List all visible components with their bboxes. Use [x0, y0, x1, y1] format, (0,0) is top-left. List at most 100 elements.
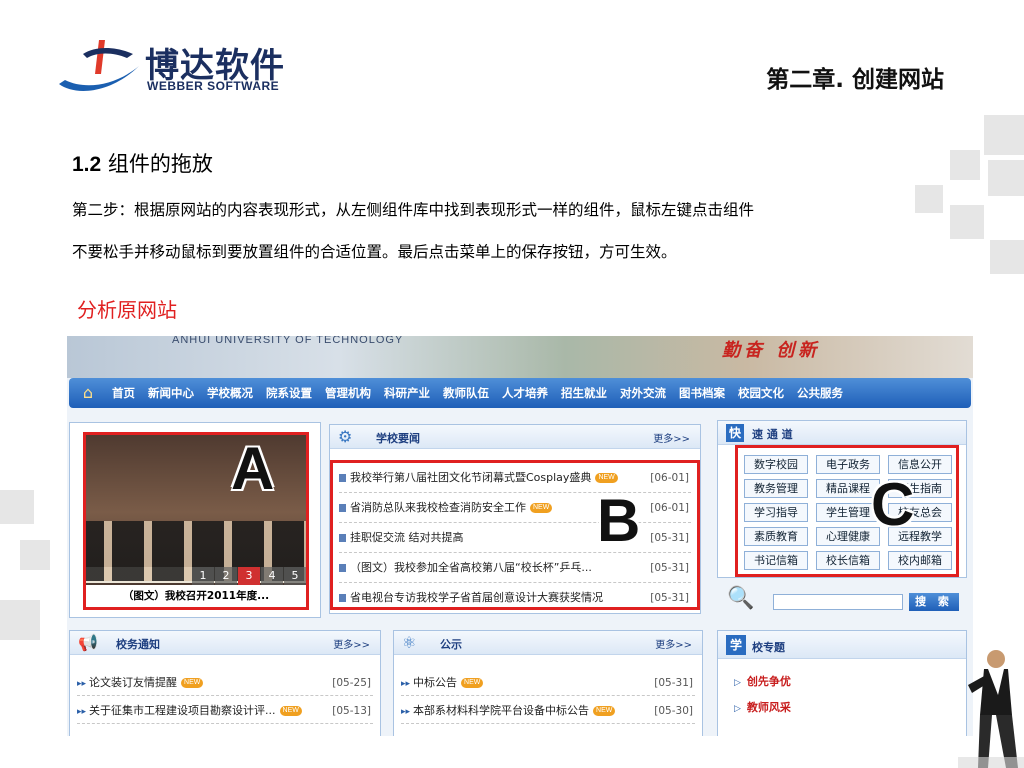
notice-item-date: [05-13] [332, 705, 371, 717]
nav-item-home[interactable]: 首页 [112, 385, 135, 401]
slideshow-pager: 1 2 3 4 5 [191, 567, 306, 585]
pager-page[interactable]: 1 [192, 567, 214, 585]
quick-links-grid: 数字校园 电子政务 信息公开 教务管理 精品课程 招生指南 学习指导 学生管理 … [735, 445, 959, 577]
pager-page[interactable]: 4 [261, 567, 283, 585]
pager-page[interactable]: 2 [215, 567, 237, 585]
bullet-icon [339, 564, 346, 572]
notice-item[interactable]: ▸▸ 关于征集市工程建设项目勘察设计评... NEW [05-13] [77, 698, 373, 724]
nav-item-international[interactable]: 对外交流 [620, 385, 666, 401]
decor-square [0, 490, 34, 524]
bullet-icon [339, 504, 346, 512]
quick-link-button[interactable]: 学习指导 [744, 503, 808, 522]
quick-link-button[interactable]: 校内邮箱 [888, 551, 952, 570]
notice-panel-header: 📢 校务通知 更多>> [70, 631, 380, 655]
news-more-link[interactable]: 更多>> [653, 430, 690, 445]
gear-icon: ⚙ [338, 427, 353, 446]
nav-item-research[interactable]: 科研产业 [384, 385, 430, 401]
nav-item-faculty[interactable]: 教师队伍 [443, 385, 489, 401]
news-item-date: [05-31] [650, 592, 689, 604]
public-panel-header: ⚛ 公示 更多>> [394, 631, 702, 655]
public-item-text: 本部系材料科学院平台设备中标公告 [413, 704, 590, 717]
news-item-text: 省消防总队来我校检查消防安全工作 [350, 501, 526, 514]
nav-item-library[interactable]: 图书档案 [679, 385, 725, 401]
double-arrow-icon: ▸▸ [401, 707, 411, 717]
nav-item-departments[interactable]: 院系设置 [266, 385, 312, 401]
new-badge: NEW [530, 503, 553, 513]
home-icon[interactable]: ⌂ [77, 383, 99, 403]
new-badge: NEW [279, 706, 302, 716]
public-panel-title: 公示 [440, 638, 462, 651]
news-item-date: [05-31] [650, 562, 689, 574]
decor-square [950, 150, 980, 180]
topic-panel-header: 学 校专题 [718, 631, 966, 659]
decor-square [988, 160, 1024, 196]
news-panel-title: 学校要闻 [376, 432, 420, 445]
logo: 博达软件 WEBBER SOFTWARE [55, 36, 295, 98]
news-item-text: 省电视台专访我校学子省首届创意设计大赛获奖情况 [350, 591, 603, 604]
quick-link-button[interactable]: 校长信箱 [816, 551, 880, 570]
new-badge: NEW [181, 678, 204, 688]
notice-more-link[interactable]: 更多>> [333, 636, 370, 651]
topic-item[interactable]: ▷ 创先争优 [734, 673, 791, 689]
notice-item-text: 关于征集市工程建设项目勘察设计评... [89, 704, 276, 717]
notice-panel-title: 校务通知 [116, 638, 160, 651]
double-arrow-icon: ▸▸ [401, 679, 411, 689]
instruction-line-2: 不要松手并移动鼠标到要放置组件的合适位置。最后点击菜单上的保存按钮，方可生效。 [72, 243, 677, 261]
business-figure-illustration [958, 650, 1024, 768]
bullet-icon [339, 594, 346, 602]
news-item-text: 挂职促交流 结对共提高 [350, 531, 464, 544]
nav-item-about[interactable]: 学校概况 [207, 385, 253, 401]
nav-item-services[interactable]: 公共服务 [797, 385, 843, 401]
news-item[interactable]: 省电视台专访我校学子省首届创意设计大赛获奖情况 [05-31] [339, 583, 691, 613]
section-title-text: 组件的拖放 [107, 152, 213, 176]
section-title: 1.2 组件的拖放 [72, 148, 213, 178]
new-badge: NEW [595, 473, 618, 483]
nav-item-culture[interactable]: 校园文化 [738, 385, 784, 401]
search-icon: 🔍 [727, 586, 755, 611]
bullet-icon [339, 534, 346, 542]
search-input[interactable] [773, 594, 903, 610]
quick-link-button[interactable]: 数字校园 [744, 455, 808, 474]
quick-links-title: 速 通 道 [752, 428, 793, 441]
section-number: 1.2 [72, 153, 102, 176]
instruction-line-1: 第二步：根据原网站的内容表现形式，从左侧组件库中找到表现形式一样的组件，鼠标左键… [72, 201, 755, 219]
nav-item-news[interactable]: 新闻中心 [148, 385, 194, 401]
public-item[interactable]: ▸▸ 中标公告 NEW [05-31] [401, 670, 695, 696]
photo-caption[interactable]: （图文）我校召开2011年度... [86, 585, 306, 607]
nav-item-education[interactable]: 人才培养 [502, 385, 548, 401]
public-more-link[interactable]: 更多>> [655, 636, 692, 651]
photo-slideshow[interactable]: 1 2 3 4 5 （图文）我校召开2011年度... [83, 432, 309, 610]
double-arrow-icon: ▸▸ [77, 679, 87, 689]
news-item-date: [05-31] [650, 532, 689, 544]
nav-item-admin[interactable]: 管理机构 [325, 385, 371, 401]
public-item[interactable]: ▸▸ 本部系材料科学院平台设备中标公告 NEW [05-30] [401, 698, 695, 724]
double-arrow-icon: ▸▸ [77, 707, 87, 717]
new-badge: NEW [461, 678, 484, 688]
topic-char-icon: 学 [726, 635, 746, 655]
quick-link-button[interactable]: 教务管理 [744, 479, 808, 498]
molecule-icon: ⚛ [402, 633, 417, 652]
search-button[interactable]: 搜 索 [909, 593, 959, 611]
decor-square [950, 205, 984, 239]
quick-link-button[interactable]: 素质教育 [744, 527, 808, 546]
topic-panel: 学 校专题 ▷ 创先争优 ▷ 教师风采 [717, 630, 967, 736]
public-item-date: [05-30] [654, 705, 693, 717]
nav-item-admissions[interactable]: 招生就业 [561, 385, 607, 401]
bullet-icon [339, 474, 346, 482]
notice-item-date: [05-25] [332, 677, 371, 689]
decor-square [990, 240, 1024, 274]
notice-item-text: 论文装订友情提醒 [89, 676, 178, 689]
news-list: 我校举行第八届社团文化节闭幕式暨Cosplay盛典 NEW [06-01] 省消防… [330, 460, 700, 610]
quick-links-header: 快 速 通 道 [718, 421, 966, 445]
news-item-text: 我校举行第八届社团文化节闭幕式暨Cosplay盛典 [350, 471, 592, 484]
quick-link-button[interactable]: 书记信箱 [744, 551, 808, 570]
decor-square [0, 600, 40, 640]
notice-item[interactable]: ▸▸ 论文装订友情提醒 NEW [05-25] [77, 670, 373, 696]
pager-page-active[interactable]: 3 [238, 567, 260, 585]
triangle-icon: ▷ [734, 704, 741, 714]
pager-page[interactable]: 5 [284, 567, 306, 585]
banner-motto: 勤奋 创新 [722, 340, 821, 361]
news-item[interactable]: （图文）我校参加全省高校第八届“校长杯”乒乓... [05-31] [339, 553, 691, 583]
topic-item[interactable]: ▷ 教师风采 [734, 699, 791, 715]
topic-item-text: 教师风采 [746, 701, 791, 714]
